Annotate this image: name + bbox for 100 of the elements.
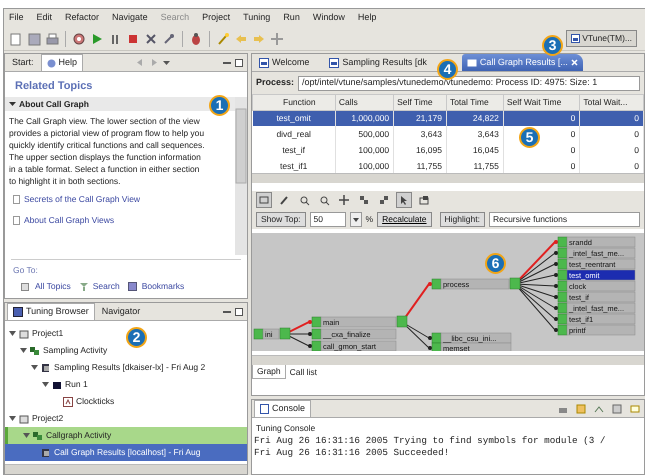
tree-item[interactable]: Sampling Activity bbox=[5, 342, 114, 359]
tree-item[interactable]: Sampling Results [dkaiser-lx] - Fri Aug 2 bbox=[5, 359, 212, 376]
menu-item[interactable]: Edit bbox=[36, 11, 52, 25]
search-icon bbox=[78, 282, 89, 292]
new-file-icon[interactable] bbox=[9, 32, 23, 46]
perspective-icon bbox=[571, 34, 580, 43]
column-header[interactable]: Total Wait... bbox=[580, 94, 644, 110]
column-header[interactable]: Function bbox=[252, 94, 336, 110]
event-icon bbox=[63, 396, 73, 406]
editor-tab[interactable]: Sampling Results [dk bbox=[324, 54, 432, 71]
wand-icon[interactable] bbox=[216, 32, 230, 46]
editor-tab[interactable]: Welcome bbox=[254, 54, 314, 71]
perspective-button[interactable]: VTune(TM)... bbox=[566, 30, 637, 47]
dropdown-icon[interactable] bbox=[350, 212, 362, 226]
menu-item[interactable]: Help bbox=[358, 11, 376, 25]
view-tab[interactable]: Start: bbox=[7, 54, 39, 71]
cross-icon[interactable] bbox=[144, 32, 158, 46]
pointer-icon bbox=[398, 194, 410, 206]
table-cell: 1,000,000 bbox=[335, 110, 394, 126]
view-tab[interactable]: Console bbox=[254, 400, 312, 417]
table-cell[interactable]: test_if bbox=[252, 142, 336, 158]
show-top-field[interactable]: 50 bbox=[310, 212, 346, 226]
bug-icon[interactable] bbox=[189, 32, 203, 46]
results-icon bbox=[41, 448, 51, 458]
console-title: Tuning Console bbox=[255, 422, 316, 435]
table-cell: 100,000 bbox=[335, 142, 394, 158]
maximize-icon[interactable] bbox=[235, 308, 243, 316]
expand-icon bbox=[358, 194, 370, 206]
twisty-icon bbox=[9, 100, 16, 108]
results-icon bbox=[41, 362, 51, 372]
graph-tool-button[interactable] bbox=[336, 192, 352, 208]
editor-icon bbox=[329, 58, 340, 68]
menu-item[interactable]: Refactor bbox=[65, 11, 100, 25]
editor-tab[interactable]: Call Graph Results [... bbox=[462, 54, 583, 71]
topic-link[interactable]: About Call Graph Views bbox=[24, 214, 114, 227]
callout-marker: 3 bbox=[542, 35, 563, 56]
go-to-link[interactable]: All Topics bbox=[21, 280, 71, 293]
twisty-icon[interactable] bbox=[9, 330, 16, 337]
go-to-link[interactable]: Search bbox=[78, 280, 120, 293]
table-cell: 0 bbox=[580, 126, 644, 142]
graph-tab[interactable]: Call list bbox=[286, 365, 322, 379]
maximize-icon[interactable] bbox=[235, 58, 243, 66]
console-line: Fri Aug 26 16:31:16 2005 Trying to find symbols for module (3 / bbox=[253, 434, 606, 447]
editor-icon bbox=[259, 58, 269, 68]
scrollbar[interactable] bbox=[5, 464, 247, 474]
twisty-icon[interactable] bbox=[31, 364, 38, 371]
topic-link[interactable]: Secrets of the Call Graph View bbox=[24, 193, 140, 206]
editor-icon bbox=[466, 58, 477, 68]
print-icon[interactable] bbox=[45, 32, 59, 46]
table-cell: 0 bbox=[580, 142, 644, 158]
highlight-field[interactable]: Recursive functions bbox=[488, 212, 640, 226]
tree-item[interactable]: Run 1 bbox=[5, 376, 94, 393]
view-tab[interactable]: Navigator bbox=[96, 303, 146, 320]
menu-item[interactable]: File bbox=[9, 11, 24, 25]
close-icon[interactable] bbox=[570, 59, 578, 66]
column-header[interactable]: Self Time bbox=[394, 94, 446, 110]
pan-icon bbox=[278, 194, 290, 206]
menu-item[interactable]: Run bbox=[283, 11, 300, 25]
column-header[interactable]: Calls bbox=[335, 94, 394, 110]
tree-item[interactable]: Call Graph Results [localhost] - Fri Aug bbox=[5, 444, 247, 461]
go-to-link[interactable]: Bookmarks bbox=[128, 280, 184, 293]
twisty-icon[interactable] bbox=[23, 432, 30, 439]
view-menu-icon[interactable] bbox=[162, 58, 171, 67]
twisty-icon[interactable] bbox=[9, 415, 16, 422]
graph-tab[interactable]: Graph bbox=[252, 365, 286, 379]
twisty-icon[interactable] bbox=[20, 347, 27, 354]
scrollbar[interactable] bbox=[252, 355, 644, 365]
column-header[interactable]: Self Wait Time bbox=[503, 94, 580, 110]
tree-item[interactable]: Project2 bbox=[5, 410, 70, 427]
table-cell: 0 bbox=[580, 110, 644, 126]
bookmark-icon bbox=[128, 282, 138, 292]
tree-item[interactable]: Project1 bbox=[5, 325, 70, 342]
recalculate-button[interactable]: Recalculate bbox=[377, 212, 432, 226]
view-tab[interactable]: Tuning Browser bbox=[7, 303, 95, 320]
view-tab[interactable]: Help bbox=[40, 54, 84, 71]
tree-item[interactable]: Clockticks bbox=[5, 393, 120, 410]
graph-tool-button[interactable] bbox=[256, 192, 272, 208]
twisty-icon[interactable] bbox=[42, 381, 49, 388]
process-field[interactable]: /opt/intel/vtune/samples/vtunedemo/vtunedemo: Process ID: 4975: Size: 1 bbox=[298, 76, 640, 90]
tree-item[interactable]: Callgraph Activity bbox=[5, 427, 247, 444]
menu-item[interactable]: Project bbox=[202, 11, 230, 25]
table-cell: 21,179 bbox=[394, 110, 446, 126]
help-text: The Call Graph view. The lower section of the view provides a pictorial view of program flow to help you quickly identify critical functions and call sequences. The upper section displays the function information in a table format. Select a function in either section to highlight it in both sections. bbox=[8, 115, 206, 188]
go-to-label: Go To: bbox=[12, 264, 39, 276]
graph-tool-button[interactable] bbox=[396, 192, 412, 208]
column-header[interactable]: Total Time bbox=[446, 94, 504, 110]
table-cell[interactable]: divd_real bbox=[252, 126, 336, 142]
new-console-icon[interactable] bbox=[630, 404, 640, 414]
menu-item[interactable]: Tuning bbox=[243, 11, 270, 25]
menu-item[interactable]: Navigate bbox=[112, 11, 148, 25]
zoom-in-icon bbox=[298, 194, 310, 206]
save-icon[interactable] bbox=[27, 32, 41, 46]
table-cell[interactable]: test_omit bbox=[252, 110, 336, 126]
table-cell: 3,643 bbox=[446, 126, 504, 142]
view-icon bbox=[13, 307, 23, 317]
layout-icon bbox=[418, 194, 430, 206]
run-icon bbox=[52, 380, 62, 390]
menu-item[interactable]: Window bbox=[312, 11, 345, 25]
scrollbar[interactable] bbox=[252, 173, 644, 183]
display-icon[interactable] bbox=[612, 404, 622, 414]
